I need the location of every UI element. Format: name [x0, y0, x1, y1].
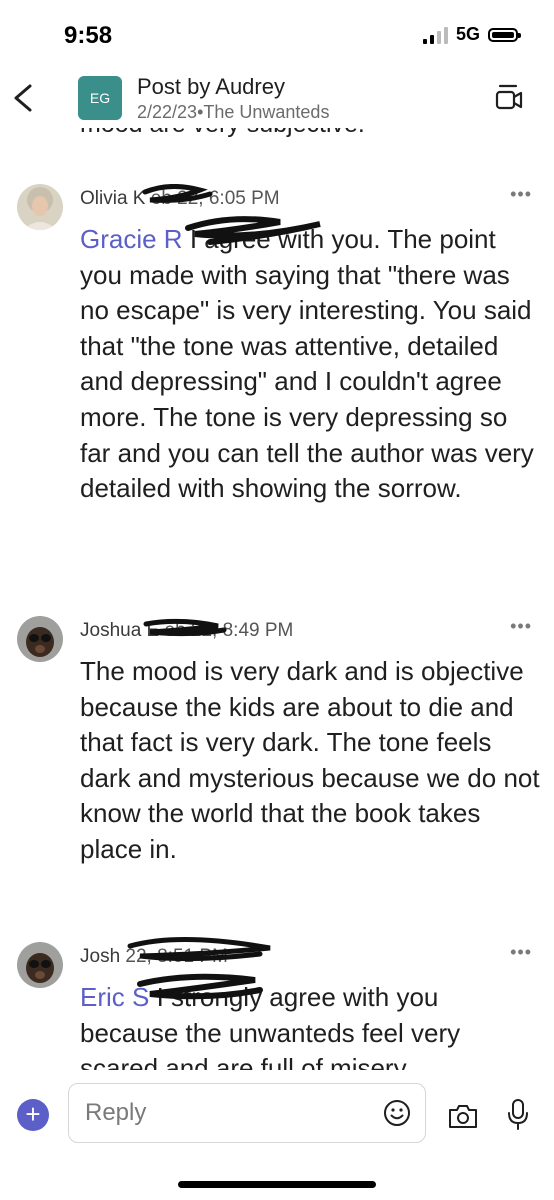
battery-icon — [488, 27, 521, 42]
avatar[interactable] — [17, 942, 63, 988]
message-text: Gracie R I agree with you. The point you… — [80, 222, 540, 507]
message-body: I agree with you. The point you made wit… — [80, 224, 534, 504]
author-name: Josh — [80, 946, 121, 967]
back-button[interactable] — [10, 78, 40, 118]
camera-icon — [449, 1105, 477, 1128]
home-indicator — [178, 1181, 376, 1188]
reply-composer: + — [0, 1074, 554, 1200]
video-meeting-icon — [495, 84, 523, 110]
more-options-icon[interactable]: ••• — [510, 184, 532, 205]
message-text: The mood is very dark and is objective b… — [80, 654, 540, 868]
avatar[interactable] — [17, 184, 63, 230]
redaction-scribble — [143, 618, 227, 637]
reply-input[interactable] — [83, 1098, 367, 1128]
emoji-button[interactable] — [383, 1099, 411, 1127]
chevron-left-icon — [14, 84, 32, 112]
meet-button[interactable] — [494, 82, 524, 116]
redaction-scribble — [142, 184, 321, 245]
microphone-icon — [508, 1099, 528, 1130]
author-name: Olivia K — [80, 188, 146, 209]
message-body: The mood is very dark and is objective b… — [80, 656, 540, 864]
status-bar: 9:58 5G — [0, 0, 554, 70]
status-time: 9:58 — [64, 22, 113, 49]
emoji-icon — [384, 1100, 410, 1126]
group-avatar[interactable]: EG — [78, 76, 122, 120]
post-subtitle: 2/22/23•The Unwanteds — [137, 102, 329, 123]
status-indicators: 5G — [422, 24, 521, 45]
previous-message-text: mood are very subjective. — [80, 128, 365, 139]
replies-feed[interactable]: mood are very subjective. Olivia K eb 22… — [0, 128, 554, 1070]
reply-message: Josh 22, 8:51 PM ••• Eric S I strongly a… — [0, 937, 554, 1070]
avatar[interactable] — [17, 616, 63, 662]
reply-message: Olivia K eb 22, 6:05 PM ••• Gracie R I a… — [0, 184, 554, 588]
network-type: 5G — [455, 24, 480, 44]
more-options-icon[interactable]: ••• — [510, 942, 532, 963]
camera-button[interactable] — [447, 1102, 479, 1130]
post-title: Post by Audrey — [137, 74, 285, 99]
reply-message: Joshua E eb 22, 8:49 PM ••• The mood is … — [0, 616, 554, 920]
redaction-scribble — [127, 937, 271, 1000]
reply-box[interactable] — [68, 1083, 426, 1143]
microphone-button[interactable] — [506, 1098, 530, 1132]
add-attachment-button[interactable]: + — [17, 1099, 49, 1131]
channel-name: The Unwanteds — [203, 102, 330, 122]
more-options-icon[interactable]: ••• — [510, 616, 532, 637]
post-header: EG Post by Audrey 2/22/23•The Unwanteds — [0, 70, 554, 128]
post-date: 2/22/23 — [137, 102, 198, 122]
cellular-signal-icon — [422, 26, 448, 44]
